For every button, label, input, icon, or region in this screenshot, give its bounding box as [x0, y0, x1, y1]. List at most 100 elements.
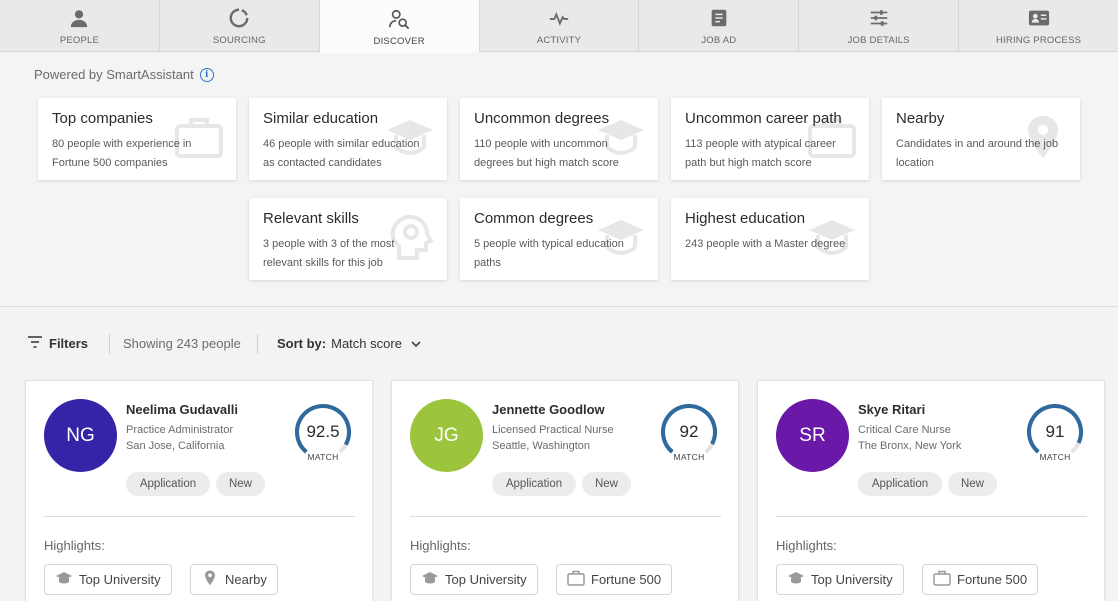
- candidate-name[interactable]: Jennette Goodlow: [492, 402, 605, 417]
- highlight-chip[interactable]: Top University: [776, 564, 904, 595]
- highlight-label: Nearby: [225, 572, 267, 587]
- tab-label: JOB AD: [701, 35, 737, 46]
- filter-icon: [28, 336, 42, 351]
- powered-by: Powered by SmartAssistant i: [34, 67, 214, 82]
- highlight-label: Top University: [79, 572, 161, 587]
- tab-sourcing[interactable]: SOURCING: [160, 0, 320, 51]
- match-score-value: 92: [679, 422, 699, 441]
- highlight-chip[interactable]: Fortune 500: [556, 564, 673, 595]
- candidate-card[interactable]: JG Jennette Goodlow Licensed Practical N…: [391, 380, 739, 601]
- match-score-value: 91: [1045, 422, 1065, 441]
- powered-by-text: Powered by SmartAssistant: [34, 67, 194, 82]
- insight-title: Common degrees: [474, 210, 594, 227]
- insight-title: Nearby: [896, 110, 945, 127]
- tab-label: JOB DETAILS: [847, 35, 910, 46]
- status-badge: New: [948, 472, 997, 496]
- insight-card-top-companies[interactable]: Top companies 80 people with experience …: [38, 98, 236, 180]
- status-badge: New: [582, 472, 631, 496]
- insight-title: Highest education: [685, 210, 806, 227]
- info-icon[interactable]: i: [199, 67, 214, 82]
- highlights-label: Highlights:: [44, 538, 105, 553]
- candidate-role: Critical Care Nurse: [858, 424, 951, 436]
- insights-panel: Powered by SmartAssistant i Top companie…: [0, 53, 1118, 307]
- tab-label: DISCOVER: [373, 36, 425, 47]
- top-tab-bar: PEOPLE SOURCING DISCOVER ACTIVITY JOB AD…: [0, 0, 1118, 53]
- status-badge: Application: [126, 472, 210, 496]
- results-toolbar: Filters Showing 243 people Sort by: Matc…: [0, 308, 1118, 380]
- highlight-chip[interactable]: Fortune 500: [922, 564, 1039, 595]
- highlight-label: Fortune 500: [957, 572, 1028, 587]
- candidate-name[interactable]: Neelima Gudavalli: [126, 402, 238, 417]
- results-count: Showing 243 people: [123, 336, 241, 351]
- avatar-initials: NG: [66, 424, 95, 446]
- divider: [44, 516, 355, 517]
- briefcase-icon: [567, 570, 585, 589]
- avatar: JG: [410, 399, 483, 472]
- graduation-cap-icon: [787, 570, 805, 589]
- document-icon: [708, 7, 730, 29]
- person-icon: [68, 7, 90, 29]
- match-label: MATCH: [673, 452, 705, 462]
- sliders-icon: [868, 7, 890, 29]
- status-badge: New: [216, 472, 265, 496]
- highlights-label: Highlights:: [776, 538, 837, 553]
- highlight-chip[interactable]: Nearby: [190, 564, 278, 595]
- insight-description: 5 people with typical education paths: [474, 238, 624, 269]
- tab-discover[interactable]: DISCOVER: [319, 0, 480, 53]
- filters-label: Filters: [49, 336, 89, 351]
- insight-card-uncommon-degrees[interactable]: Uncommon degrees 110 people with uncommo…: [460, 98, 658, 180]
- briefcase-icon: [933, 570, 951, 589]
- graduation-cap-icon: [421, 570, 439, 589]
- tab-label: ACTIVITY: [536, 35, 582, 46]
- id-card-icon: [1028, 7, 1050, 29]
- candidate-card[interactable]: SR Skye Ritari Critical Care Nurse The B…: [757, 380, 1105, 601]
- tab-label: SOURCING: [212, 35, 266, 46]
- filters-button[interactable]: Filters: [28, 336, 88, 351]
- insight-description: 243 people with a Master degree: [685, 238, 846, 250]
- tab-label: PEOPLE: [59, 35, 100, 46]
- candidate-location: San Jose, California: [126, 440, 225, 452]
- candidate-location: Seattle, Washington: [492, 440, 591, 452]
- insight-description: 46 people with similar education as cont…: [263, 138, 420, 169]
- activity-icon: [548, 7, 570, 29]
- tab-job-details[interactable]: JOB DETAILS: [799, 0, 960, 51]
- tab-job-ad[interactable]: JOB AD: [639, 0, 800, 51]
- insight-card-similar-education[interactable]: Similar education 46 people with similar…: [249, 98, 447, 180]
- tab-activity[interactable]: ACTIVITY: [480, 0, 640, 51]
- insight-card-uncommon-career-path[interactable]: Uncommon career path 113 people with aty…: [671, 98, 869, 180]
- tab-hiring-process[interactable]: HIRING PROCESS: [959, 0, 1118, 51]
- avatar: NG: [44, 399, 117, 472]
- insight-card-nearby[interactable]: Nearby Candidates in and around the job …: [882, 98, 1080, 180]
- highlight-label: Top University: [445, 572, 527, 587]
- insight-description: 3 people with 3 of the most relevant ski…: [263, 238, 395, 269]
- highlight-chip[interactable]: Top University: [44, 564, 172, 595]
- insight-title: Similar education: [263, 110, 379, 127]
- highlight-chip[interactable]: Top University: [410, 564, 538, 595]
- sort-dropdown[interactable]: Sort by: Match score: [277, 336, 421, 351]
- candidate-role: Practice Administrator: [126, 424, 233, 436]
- insight-title: Top companies: [52, 110, 153, 127]
- match-label: MATCH: [1039, 452, 1071, 462]
- candidate-card[interactable]: NG Neelima Gudavalli Practice Administra…: [25, 380, 373, 601]
- graduation-cap-icon: [55, 570, 73, 589]
- avatar-initials: JG: [434, 424, 459, 446]
- tab-people[interactable]: PEOPLE: [0, 0, 160, 51]
- insight-title: Relevant skills: [263, 210, 359, 227]
- divider: [410, 516, 721, 517]
- insight-description: 110 people with uncommon degrees but hig…: [474, 138, 619, 169]
- highlights-label: Highlights:: [410, 538, 471, 553]
- sourcing-icon: [228, 7, 250, 29]
- insight-title: Uncommon career path: [685, 110, 842, 127]
- candidate-role: Licensed Practical Nurse: [492, 424, 614, 436]
- divider: [257, 334, 258, 354]
- insight-title: Uncommon degrees: [474, 110, 610, 127]
- location-pin-icon: [201, 570, 219, 589]
- candidate-name[interactable]: Skye Ritari: [858, 402, 925, 417]
- highlight-label: Top University: [811, 572, 893, 587]
- insight-description: 80 people with experience in Fortune 500…: [52, 138, 192, 169]
- match-score-value: 92.5: [306, 422, 340, 441]
- insight-card-highest-education[interactable]: Highest education 243 people with a Mast…: [671, 198, 869, 280]
- insight-card-common-degrees[interactable]: Common degrees 5 people with typical edu…: [460, 198, 658, 280]
- insight-card-relevant-skills[interactable]: Relevant skills 3 people with 3 of the m…: [249, 198, 447, 280]
- divider: [109, 334, 110, 354]
